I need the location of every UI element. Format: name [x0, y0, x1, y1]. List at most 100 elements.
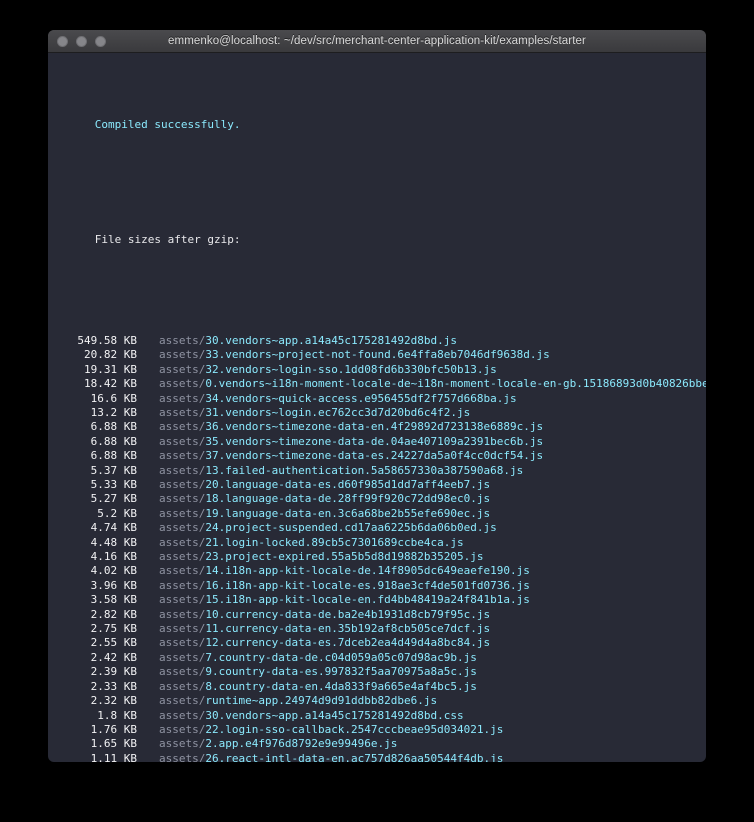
file-size-value: 2.75 KB [90, 622, 137, 636]
asset-file-name: 26.react-intl-data-en.ac757d826aa50544f4… [205, 751, 504, 762]
asset-directory-prefix: assets/ [159, 405, 206, 419]
asset-file-name: 23.project-expired.55a5b5d8d19882b35205.… [205, 550, 484, 564]
asset-file-name: 7.country-data-de.c04d059a05c07d98ac9b.j… [205, 650, 477, 664]
asset-file-name: 16.i18n-app-kit-locale-es.918ae3cf4de501… [205, 578, 530, 592]
file-sizes-header-text: File sizes after gzip: [94, 233, 241, 247]
file-size-row: 1.65 KB assets/2.app.e4f976d8792e9e99496e… [48, 737, 706, 751]
asset-file-name: 12.currency-data-es.7dceb2ea4d49d4a8bc84… [205, 636, 491, 650]
file-size-value: 13.2 KB [90, 405, 137, 419]
file-size-value: 2.39 KB [90, 665, 137, 679]
file-size-value: 6.88 KB [90, 420, 137, 434]
file-size-row: 549.58 KB assets/30.vendors~app.a14a45c17… [48, 334, 706, 348]
asset-directory-prefix: assets/ [159, 420, 206, 434]
file-size-value: 1.11 KB [90, 751, 137, 762]
file-size-value: 2.82 KB [90, 607, 137, 621]
asset-file-name: 13.failed-authentication.5a58657330a3875… [205, 463, 524, 477]
asset-directory-prefix: assets/ [159, 506, 206, 520]
file-size-value: 4.48 KB [90, 535, 137, 549]
asset-file-name: runtime~app.24974d9d91ddbb82dbe6.js [205, 694, 438, 708]
file-size-row: 3.58 KB assets/15.i18n-app-kit-locale-en.… [48, 593, 706, 607]
file-size-value: 2.33 KB [90, 679, 137, 693]
file-size-value: 549.58 KB [77, 333, 137, 347]
spacer-line-2 [48, 276, 706, 290]
file-size-row: 2.82 KB assets/10.currency-data-de.ba2e4b… [48, 608, 706, 622]
file-size-value: 1.76 KB [90, 722, 137, 736]
asset-file-name: 19.language-data-en.3c6a68be2b55efe690ec… [205, 506, 491, 520]
file-size-row: 2.33 KB assets/8.country-data-en.4da833f9… [48, 680, 706, 694]
asset-directory-prefix: assets/ [159, 636, 206, 650]
asset-file-name: 36.vendors~timezone-data-en.4f29892d7231… [205, 420, 544, 434]
file-size-value: 3.58 KB [90, 593, 137, 607]
file-size-row: 2.42 KB assets/7.country-data-de.c04d059a… [48, 651, 706, 665]
asset-file-name: 8.country-data-en.4da833f9a665e4af4bc5.j… [205, 679, 477, 693]
close-button[interactable] [57, 35, 68, 47]
file-size-value: 1.65 KB [90, 737, 137, 751]
asset-directory-prefix: assets/ [159, 708, 206, 722]
file-size-value: 3.96 KB [90, 578, 137, 592]
file-size-row: 5.27 KB assets/18.language-data-de.28ff99… [48, 492, 706, 506]
traffic-lights [57, 35, 106, 47]
asset-directory-prefix: assets/ [159, 449, 206, 463]
file-size-value: 6.88 KB [90, 449, 137, 463]
file-size-row: 4.74 KB assets/24.project-suspended.cd17a… [48, 521, 706, 535]
asset-file-name: 35.vendors~timezone-data-de.04ae407109a2… [205, 434, 544, 448]
file-size-row: 5.2 KB assets/19.language-data-en.3c6a68b… [48, 507, 706, 521]
file-size-row: 6.88 KB assets/36.vendors~timezone-data-e… [48, 420, 706, 434]
file-size-row: 4.16 KB assets/23.project-expired.55a5b5d… [48, 550, 706, 564]
file-size-value: 2.55 KB [90, 636, 137, 650]
asset-file-name: 21.login-locked.89cb5c7301689ccbe4ca.js [205, 535, 464, 549]
asset-directory-prefix: assets/ [159, 434, 206, 448]
zoom-button[interactable] [95, 35, 106, 47]
file-size-value: 16.6 KB [90, 391, 137, 405]
file-size-row: 6.88 KB assets/35.vendors~timezone-data-d… [48, 435, 706, 449]
asset-directory-prefix: assets/ [159, 593, 206, 607]
asset-directory-prefix: assets/ [159, 622, 206, 636]
asset-directory-prefix: assets/ [159, 478, 206, 492]
asset-directory-prefix: assets/ [159, 362, 206, 376]
file-size-value: 5.37 KB [90, 463, 137, 477]
asset-directory-prefix: assets/ [159, 333, 206, 347]
file-size-list: 549.58 KB assets/30.vendors~app.a14a45c17… [48, 334, 706, 762]
file-size-row: 16.6 KB assets/34.vendors~quick-access.e9… [48, 392, 706, 406]
asset-file-name: 15.i18n-app-kit-locale-en.fd4bb48419a24f… [205, 593, 530, 607]
asset-file-name: 20.language-data-es.d60f985d1dd7aff4eeb7… [205, 478, 491, 492]
file-size-row: 1.76 KB assets/22.login-sso-callback.2547… [48, 723, 706, 737]
file-size-value: 1.8 KB [97, 708, 137, 722]
file-size-value: 4.74 KB [90, 521, 137, 535]
file-size-row: 20.82 KB assets/33.vendors~project-not-fo… [48, 348, 706, 362]
title-bar[interactable]: emmenko@localhost: ~/dev/src/merchant-ce… [48, 30, 706, 53]
file-size-value: 6.88 KB [90, 434, 137, 448]
asset-directory-prefix: assets/ [159, 665, 206, 679]
asset-file-name: 30.vendors~app.a14a45c175281492d8bd.js [205, 333, 458, 347]
file-size-value: 2.42 KB [90, 650, 137, 664]
asset-file-name: 30.vendors~app.a14a45c175281492d8bd.css [205, 708, 464, 722]
file-size-row: 2.39 KB assets/9.country-data-es.997832f5… [48, 665, 706, 679]
file-size-value: 18.42 KB [84, 377, 137, 391]
asset-file-name: 22.login-sso-callback.2547cccbeae95d0340… [205, 722, 504, 736]
asset-directory-prefix: assets/ [159, 492, 206, 506]
asset-directory-prefix: assets/ [159, 578, 206, 592]
file-size-value: 20.82 KB [84, 348, 137, 362]
file-sizes-header-line: File sizes after gzip: [48, 219, 706, 246]
asset-file-name: 34.vendors~quick-access.e956455df2f757d6… [205, 391, 517, 405]
file-size-row: 2.55 KB assets/12.currency-data-es.7dceb2… [48, 636, 706, 650]
asset-directory-prefix: assets/ [159, 348, 206, 362]
file-size-value: 4.16 KB [90, 550, 137, 564]
file-size-row: 1.8 KB assets/30.vendors~app.a14a45c17528… [48, 709, 706, 723]
terminal-output[interactable]: Compiled successfully. File sizes after … [48, 53, 706, 762]
asset-directory-prefix: assets/ [159, 564, 206, 578]
window-title: emmenko@localhost: ~/dev/src/merchant-ce… [168, 35, 586, 47]
file-size-value: 5.2 KB [97, 506, 137, 520]
asset-file-name: 18.language-data-de.28ff99f920c72dd98ec0… [205, 492, 491, 506]
asset-directory-prefix: assets/ [159, 550, 206, 564]
asset-file-name: 10.currency-data-de.ba2e4b1931d8cb79f95c… [205, 607, 491, 621]
file-size-row: 4.02 KB assets/14.i18n-app-kit-locale-de.… [48, 564, 706, 578]
file-size-row: 4.48 KB assets/21.login-locked.89cb5c7301… [48, 536, 706, 550]
file-size-row: 2.32 KB assets/runtime~app.24974d9d91ddbb… [48, 694, 706, 708]
file-size-row: 13.2 KB assets/31.vendors~login.ec762cc3d… [48, 406, 706, 420]
file-size-row: 1.11 KB assets/26.react-intl-data-en.ac75… [48, 752, 706, 762]
compiled-success-text: Compiled successfully. [94, 117, 241, 131]
asset-directory-prefix: assets/ [159, 751, 206, 762]
file-size-value: 5.27 KB [90, 492, 137, 506]
minimize-button[interactable] [76, 35, 87, 47]
